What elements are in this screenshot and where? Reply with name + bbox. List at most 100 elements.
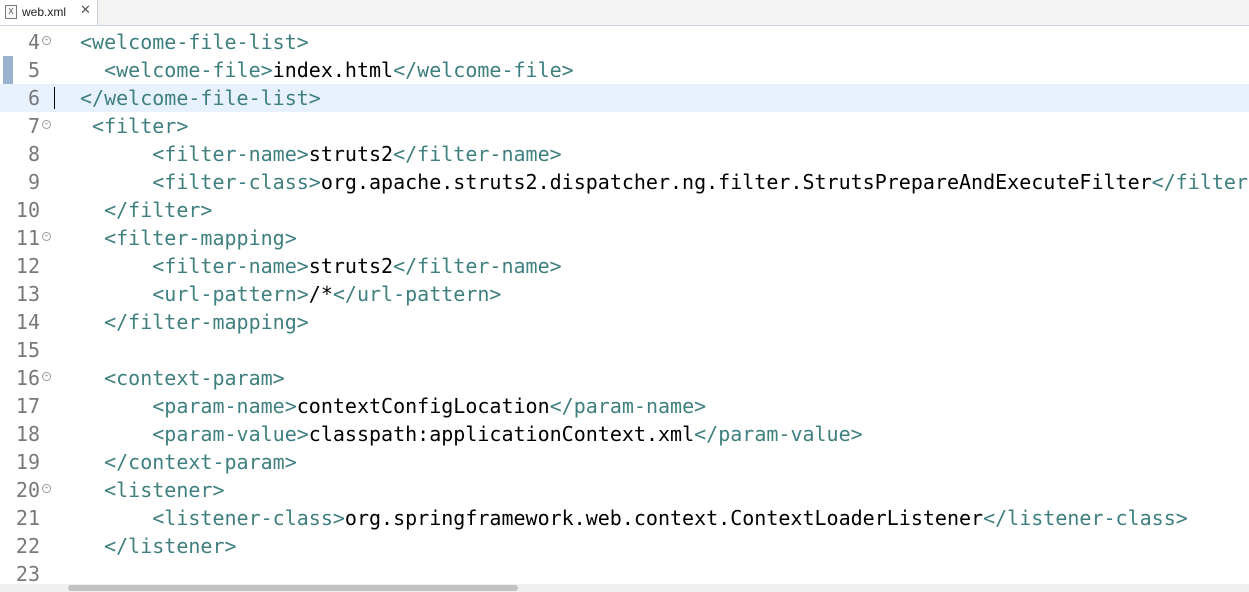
- xml-tag: </filter-mapping>: [104, 310, 309, 334]
- line-number: 11: [15, 226, 40, 250]
- line-number: 21: [15, 506, 40, 530]
- xml-tag: </param-name>: [549, 394, 707, 418]
- xml-tag: <context-param>: [104, 366, 285, 390]
- code-line[interactable]: 18 <param-value>classpath:applicationCon…: [0, 420, 1249, 448]
- code-line[interactable]: 15: [0, 336, 1249, 364]
- line-number: 12: [15, 254, 40, 278]
- code-line[interactable]: 5 <welcome-file>index.html</welcome-file…: [0, 56, 1249, 84]
- xml-tag: <welcome-file>: [104, 58, 273, 82]
- line-number: 9: [27, 170, 40, 194]
- xml-text: index.html: [272, 58, 394, 82]
- xml-tag: </filter-class>: [1151, 170, 1249, 194]
- code-line[interactable]: 7- <filter>: [0, 112, 1249, 140]
- xml-tag: <param-name>: [152, 394, 297, 418]
- fold-toggle-icon[interactable]: -: [42, 120, 51, 129]
- xml-text: contextConfigLocation: [296, 394, 550, 418]
- xml-tag: <filter-name>: [152, 142, 309, 166]
- code-line[interactable]: 21 <listener-class>org.springframework.w…: [0, 504, 1249, 532]
- code-line[interactable]: 16- <context-param>: [0, 364, 1249, 392]
- code-text: <context-param>: [80, 364, 285, 392]
- xml-text: org.springframework.web.context.ContextL…: [344, 506, 984, 530]
- code-text: <welcome-file>index.html</welcome-file>: [80, 56, 574, 84]
- xml-text: struts2: [308, 254, 394, 278]
- xml-tag: </context-param>: [104, 450, 297, 474]
- line-number: 7: [27, 114, 40, 138]
- code-text: <param-value>classpath:applicationContex…: [80, 420, 863, 448]
- code-line[interactable]: 12 <filter-name>struts2</filter-name>: [0, 252, 1249, 280]
- fold-toggle-icon[interactable]: -: [42, 484, 51, 493]
- horizontal-scrollbar[interactable]: [0, 584, 1249, 592]
- code-text: </filter-mapping>: [80, 308, 309, 336]
- xml-tag: </welcome-file>: [393, 58, 574, 82]
- line-number: 22: [15, 534, 40, 558]
- text-caret: [54, 87, 55, 109]
- code-text: </welcome-file-list>: [80, 84, 321, 112]
- code-line[interactable]: 22 </listener>: [0, 532, 1249, 560]
- line-number: 17: [15, 394, 40, 418]
- code-editor[interactable]: 4- <welcome-file-list> 5 <welcome-file>ind…: [0, 26, 1249, 584]
- fold-toggle-icon[interactable]: -: [42, 36, 51, 45]
- code-line[interactable]: 20- <listener>: [0, 476, 1249, 504]
- xml-text: /*: [308, 282, 333, 306]
- line-number: 14: [15, 310, 40, 334]
- code-line[interactable]: 4- <welcome-file-list>: [0, 28, 1249, 56]
- code-text: <listener-class>org.springframework.web.…: [80, 504, 1188, 532]
- xml-tag: <welcome-file-list>: [80, 30, 309, 54]
- code-text: </context-param>: [80, 448, 297, 476]
- code-text: <param-name>contextConfigLocation</param…: [80, 392, 706, 420]
- tab-label: web.xml: [22, 5, 67, 19]
- line-number: 13: [15, 282, 40, 306]
- line-number: 23: [15, 562, 40, 584]
- code-line[interactable]: 10 </filter>: [0, 196, 1249, 224]
- line-number: 4: [27, 30, 40, 54]
- code-text: <filter-name>struts2</filter-name>: [80, 140, 561, 168]
- code-line[interactable]: 17 <param-name>contextConfigLocation</pa…: [0, 392, 1249, 420]
- close-icon[interactable]: ✕: [80, 3, 91, 18]
- line-number: 6: [27, 86, 40, 110]
- code-text: <url-pattern>/*</url-pattern>: [80, 280, 501, 308]
- xml-tag: </listener>: [104, 534, 237, 558]
- code-line[interactable]: 9 <filter-class>org.apache.struts2.dispa…: [0, 168, 1249, 196]
- line-number: 20: [15, 478, 40, 502]
- fold-toggle-icon[interactable]: -: [42, 372, 51, 381]
- xml-tag: <filter-mapping>: [104, 226, 297, 250]
- xml-text: classpath:applicationContext.xml: [308, 422, 695, 446]
- code-text: <filter-mapping>: [80, 224, 297, 252]
- xml-tag: <listener>: [104, 478, 225, 502]
- code-line[interactable]: 23: [0, 560, 1249, 584]
- line-number: 16: [15, 366, 40, 390]
- code-text: </listener>: [80, 532, 237, 560]
- xml-text: org.apache.struts2.dispatcher.ng.filter.…: [320, 170, 1152, 194]
- code-text: <filter-name>struts2</filter-name>: [80, 252, 561, 280]
- xml-tag: <param-value>: [152, 422, 309, 446]
- code-line[interactable]: 6 </welcome-file-list>: [0, 84, 1249, 112]
- code-line[interactable]: 19 </context-param>: [0, 448, 1249, 476]
- code-line[interactable]: 8 <filter-name>struts2</filter-name>: [0, 140, 1249, 168]
- fold-toggle-icon[interactable]: -: [42, 232, 51, 241]
- line-number: 18: [15, 422, 40, 446]
- xml-tag: </param-value>: [694, 422, 863, 446]
- code-line[interactable]: 13 <url-pattern>/*</url-pattern>: [0, 280, 1249, 308]
- tab-web-xml[interactable]: X web.xml ✕: [0, 0, 98, 25]
- xml-tag: </listener-class>: [983, 506, 1188, 530]
- xml-file-icon: X: [5, 5, 17, 19]
- code-line[interactable]: 11- <filter-mapping>: [0, 224, 1249, 252]
- xml-tag: <url-pattern>: [152, 282, 309, 306]
- editor-tab-bar: X web.xml ✕: [0, 0, 1249, 26]
- code-line[interactable]: 14 </filter-mapping>: [0, 308, 1249, 336]
- xml-tag: </welcome-file-list>: [80, 86, 321, 110]
- scrollbar-thumb[interactable]: [68, 585, 518, 591]
- xml-tag: <filter>: [92, 114, 189, 138]
